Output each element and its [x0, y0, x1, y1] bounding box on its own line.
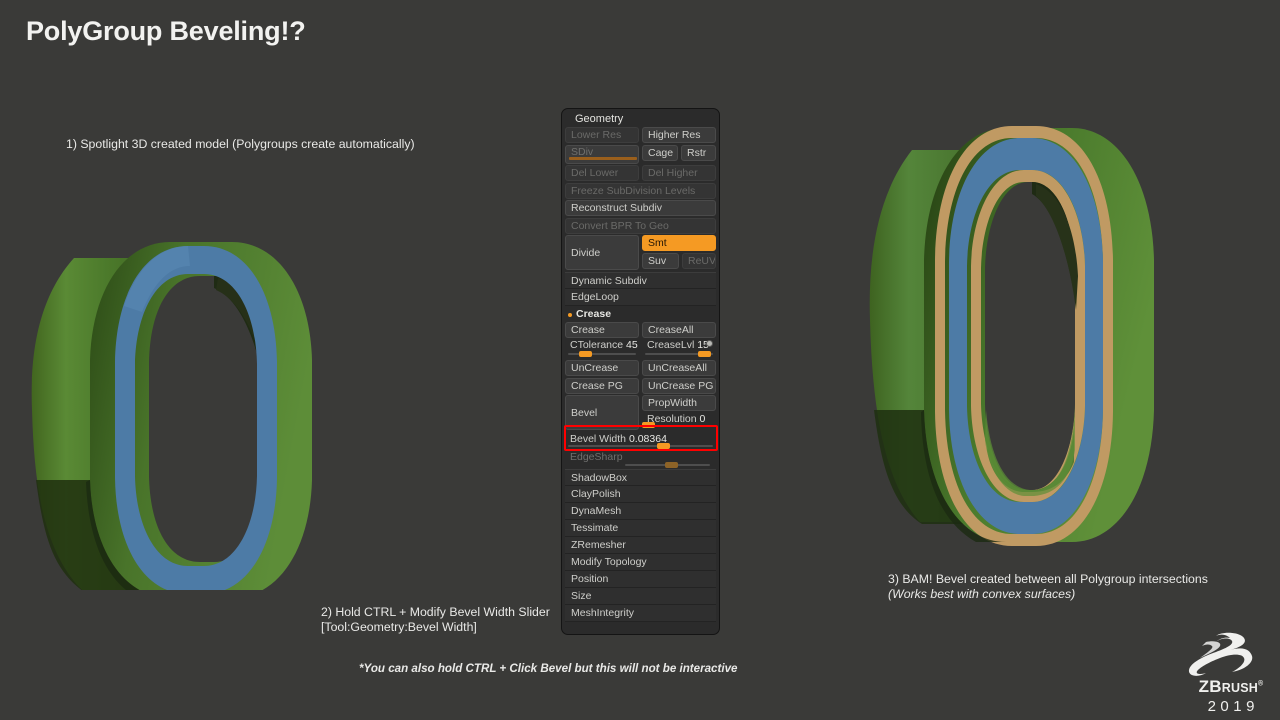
- bevel-width-knob[interactable]: [657, 443, 670, 449]
- creaseall-button[interactable]: CreaseAll: [642, 321, 716, 338]
- edgeloop-button[interactable]: EdgeLoop: [565, 288, 716, 306]
- sdiv-fill: [569, 156, 637, 160]
- creaselvl-slider[interactable]: CreaseLvl 15: [642, 339, 716, 358]
- smt-toggle[interactable]: Smt: [642, 235, 716, 251]
- section-expanded-dot-icon: [568, 312, 572, 317]
- ctolerance-slider[interactable]: CTolerance 45: [565, 339, 639, 358]
- position-button[interactable]: Position: [565, 571, 716, 588]
- page-title: PolyGroup Beveling!?: [26, 16, 306, 46]
- resolution-track: [645, 424, 713, 427]
- edgesharp-knob[interactable]: [665, 461, 678, 468]
- bevel-width-track: [568, 445, 713, 447]
- screenshot-canvas: PolyGroup Beveling!? 1) Spotlight 3D cre…: [0, 0, 1280, 720]
- dynamesh-button[interactable]: DynaMesh: [565, 503, 716, 520]
- zremesher-button[interactable]: ZRemesher: [565, 537, 716, 554]
- uncreaseall-button[interactable]: UnCreaseAll: [642, 360, 716, 376]
- row-freeze: Freeze SubDivision Levels: [565, 182, 716, 199]
- ctolerance-knob[interactable]: [579, 350, 592, 357]
- resolution-slider[interactable]: Resolution 0: [642, 413, 716, 430]
- divide-options: Smt Suv ReUV: [642, 235, 716, 270]
- logo-letter-b: B: [1209, 677, 1222, 696]
- logo-trademark: ®: [1257, 680, 1264, 688]
- zbrush-logo: ZBRUSH® 2019: [1186, 632, 1276, 716]
- lower-res-button[interactable]: Lower Res: [565, 127, 639, 143]
- row-convert-bpr: Convert BPR To Geo: [565, 217, 716, 234]
- edgesharp-slider[interactable]: EdgeSharp: [565, 451, 716, 469]
- row-divide: Divide Smt Suv ReUV: [565, 235, 716, 270]
- zbrush-wordmark: ZBRUSH®: [1186, 677, 1276, 697]
- tessimate-button[interactable]: Tessimate: [565, 520, 716, 537]
- suv-toggle[interactable]: Suv: [642, 252, 679, 269]
- annotation-step-2: 2) Hold CTRL + Modify Bevel Width Slider…: [321, 605, 550, 635]
- annotation-footnote: *You can also hold CTRL + Click Bevel bu…: [359, 662, 738, 675]
- logo-letter-z: Z: [1198, 677, 1210, 696]
- spotlight-3d-model-unbeveled: [18, 150, 378, 598]
- row-bevel: Bevel PropWidth Resolution 0: [565, 395, 716, 430]
- crease-section-header[interactable]: Crease: [565, 306, 716, 322]
- del-lower-button[interactable]: Del Lower: [565, 165, 639, 181]
- creaselvl-mode-circle-icon[interactable]: [706, 340, 713, 347]
- rstr-button[interactable]: Rstr: [681, 144, 716, 161]
- annotation-step-2-line-2: [Tool:Geometry:Bevel Width]: [321, 620, 477, 634]
- zbrush-z-mark-icon: [1188, 632, 1253, 676]
- dynamic-subdiv-button[interactable]: Dynamic Subdiv: [565, 271, 716, 289]
- row-reconstruct: Reconstruct Subdiv: [565, 200, 716, 216]
- annotation-step-2-line-1: 2) Hold CTRL + Modify Bevel Width Slider: [321, 605, 550, 619]
- logo-year: 2019: [1207, 698, 1259, 715]
- palette-body: Lower Res Higher Res SDiv Cage Rstr Del …: [565, 127, 716, 622]
- row-crease-pg: Crease PG UnCrease PG: [565, 377, 716, 394]
- reuv-toggle[interactable]: ReUV: [682, 252, 716, 269]
- geometry-palette[interactable]: Geometry Lower Res Higher Res SDiv Cage …: [561, 108, 720, 635]
- palette-title: Geometry: [565, 112, 716, 127]
- meshintegrity-button[interactable]: MeshIntegrity: [565, 605, 716, 622]
- row-resolution: Lower Res Higher Res: [565, 127, 716, 143]
- annotation-step-3-line-2: (Works best with convex surfaces): [888, 587, 1076, 601]
- bevel-options: PropWidth Resolution 0: [642, 395, 716, 430]
- uncrease-button[interactable]: UnCrease: [565, 360, 639, 376]
- convert-bpr-to-geo-button[interactable]: Convert BPR To Geo: [565, 217, 716, 234]
- row-uncrease: UnCrease UnCreaseAll: [565, 360, 716, 376]
- freeze-subdivision-levels-button[interactable]: Freeze SubDivision Levels: [565, 182, 716, 199]
- uncrease-pg-button[interactable]: UnCrease PG: [642, 377, 716, 394]
- edgesharp-label: EdgeSharp: [570, 451, 623, 463]
- claypolish-button[interactable]: ClayPolish: [565, 486, 716, 503]
- modify-topology-button[interactable]: Modify Topology: [565, 554, 716, 571]
- row-crease-sliders: CTolerance 45 CreaseLvl 15: [565, 339, 716, 358]
- row-suv-reuv: Suv ReUV: [642, 252, 716, 269]
- del-higher-button[interactable]: Del Higher: [642, 165, 716, 181]
- crease-pg-button[interactable]: Crease PG: [565, 377, 639, 394]
- row-delete-levels: Del Lower Del Higher: [565, 165, 716, 181]
- creaselvl-knob[interactable]: [698, 350, 711, 357]
- divide-button[interactable]: Divide: [565, 235, 639, 270]
- annotation-step-3-line-1: 3) BAM! Bevel created between all Polygr…: [888, 572, 1208, 586]
- crease-section-label: Crease: [576, 307, 612, 320]
- sdiv-slider[interactable]: SDiv: [565, 144, 639, 164]
- crease-button[interactable]: Crease: [565, 321, 639, 338]
- size-button[interactable]: Size: [565, 588, 716, 605]
- logo-text-rush: RUSH: [1221, 681, 1258, 695]
- higher-res-button[interactable]: Higher Res: [642, 127, 716, 143]
- cage-button[interactable]: Cage: [642, 144, 678, 161]
- row-sdiv: SDiv Cage Rstr: [565, 144, 716, 164]
- beveled-model: [860, 110, 1220, 580]
- bevel-width-slider[interactable]: Bevel Width 0.08364: [565, 431, 716, 451]
- resolution-knob[interactable]: [642, 422, 655, 428]
- reconstruct-subdiv-button[interactable]: Reconstruct Subdiv: [565, 200, 716, 216]
- annotation-step-3: 3) BAM! Bevel created between all Polygr…: [888, 572, 1208, 602]
- row-crease: Crease CreaseAll: [565, 321, 716, 338]
- shadowbox-button[interactable]: ShadowBox: [565, 469, 716, 486]
- resolution-label: Resolution 0: [647, 412, 706, 425]
- propwidth-toggle[interactable]: PropWidth: [642, 395, 716, 411]
- bevel-button[interactable]: Bevel: [565, 395, 639, 430]
